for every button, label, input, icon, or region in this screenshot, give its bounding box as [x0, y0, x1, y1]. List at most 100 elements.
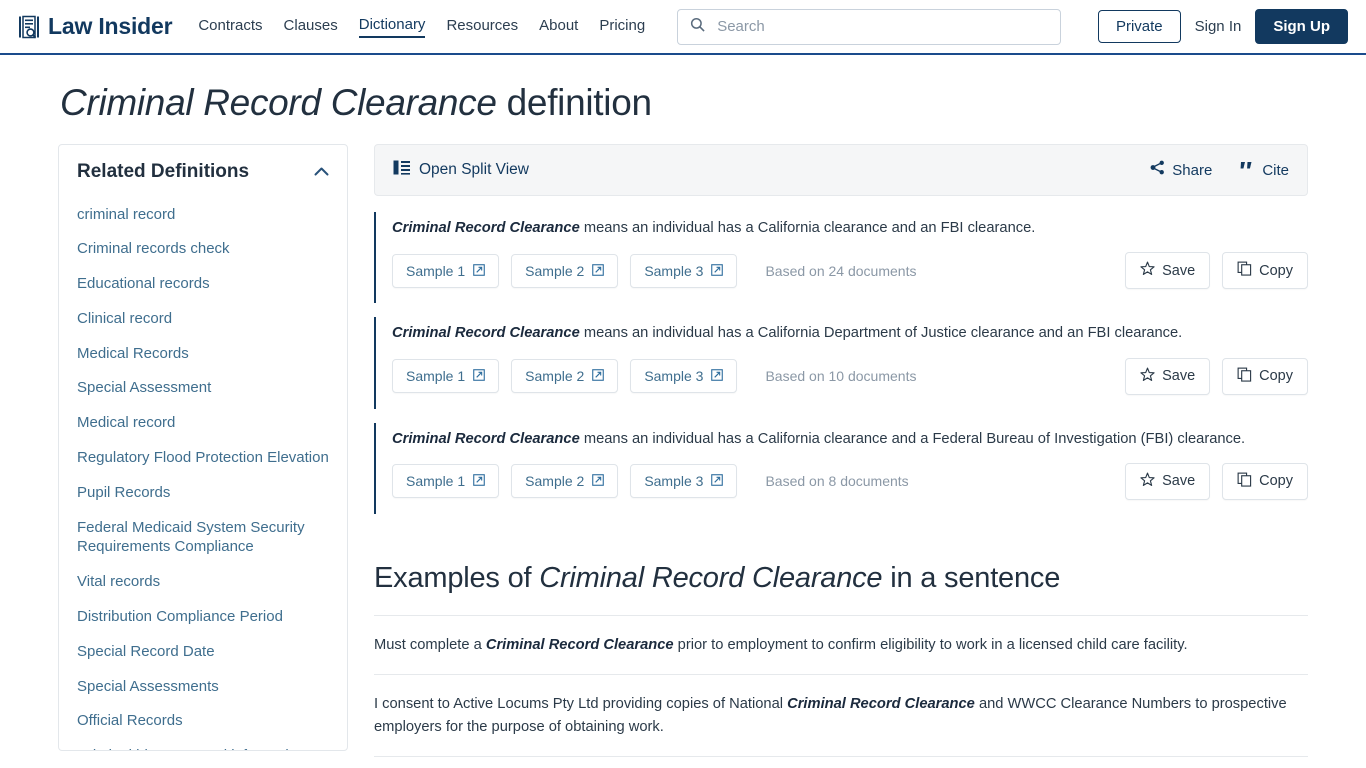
- definition-action-row: Sample 1 Sample 2 Sample 3 Based on 10 d…: [392, 357, 1308, 395]
- nav-item-resources[interactable]: Resources: [446, 17, 518, 37]
- example-sentence: Must complete a Criminal Record Clearanc…: [374, 616, 1308, 676]
- sidebar-item-special-record-date[interactable]: Special Record Date: [77, 634, 329, 669]
- sample-2-button[interactable]: Sample 2: [511, 464, 619, 499]
- sample-1-button[interactable]: Sample 1: [392, 464, 500, 499]
- sidebar-item-clinical-record[interactable]: Clinical record: [77, 301, 329, 336]
- definition-body: means an individual has a California Dep…: [579, 325, 1183, 342]
- external-link-icon: [711, 473, 724, 489]
- sample-1-label: Sample 1: [406, 368, 466, 385]
- nav-item-pricing[interactable]: Pricing: [599, 17, 645, 37]
- example-pre: Must complete a: [374, 636, 486, 653]
- sample-2-button[interactable]: Sample 2: [511, 253, 619, 288]
- copy-button[interactable]: Copy: [1222, 252, 1308, 290]
- sample-2-button[interactable]: Sample 2: [511, 359, 619, 394]
- sample-3-label: Sample 3: [644, 262, 704, 279]
- sidebar-item-criminal-record[interactable]: criminal record: [77, 197, 329, 232]
- examples-heading-prefix: Examples of: [374, 561, 540, 594]
- save-label: Save: [1162, 473, 1196, 490]
- main-column: Open Split View Share Cite Criminal Reco…: [374, 144, 1308, 757]
- logo[interactable]: Law Insider: [18, 13, 173, 40]
- definition-block: Criminal Record Clearance means an indiv…: [374, 422, 1308, 514]
- definition-body: means an individual has a California cle…: [579, 220, 1036, 236]
- sidebar-item-criminal-records-check[interactable]: Criminal records check: [77, 232, 329, 267]
- based-on-documents: Based on 24 documents: [765, 262, 917, 279]
- copy-icon: [1237, 261, 1252, 280]
- document-search-icon: [18, 15, 40, 39]
- sidebar-item-educational-records[interactable]: Educational records: [77, 267, 329, 302]
- nav-item-clauses[interactable]: Clauses: [284, 17, 338, 37]
- chevron-up-icon[interactable]: [314, 163, 329, 181]
- sidebar-item-federal-medicaid-system-security-requirements-compliance[interactable]: Federal Medicaid System Security Require…: [77, 510, 329, 565]
- related-definitions-title: Related Definitions: [77, 161, 250, 182]
- sample-3-button[interactable]: Sample 3: [630, 464, 738, 499]
- search-input[interactable]: [715, 17, 1049, 36]
- private-button[interactable]: Private: [1097, 10, 1181, 43]
- page-content: Related Definitions criminal record Crim…: [0, 144, 1366, 757]
- header-actions: Private Sign In Sign Up: [1097, 9, 1348, 44]
- example-post: prior to employment to confirm eligibili…: [673, 636, 1188, 653]
- save-label: Save: [1162, 262, 1196, 279]
- nav-item-about[interactable]: About: [539, 17, 578, 37]
- search-box[interactable]: [677, 8, 1062, 45]
- sample-3-button[interactable]: Sample 3: [630, 253, 738, 288]
- based-on-documents: Based on 8 documents: [765, 473, 909, 490]
- open-split-view-button[interactable]: Open Split View: [393, 160, 529, 180]
- sidebar-item-official-records[interactable]: Official Records: [77, 704, 329, 739]
- nav-item-dictionary[interactable]: Dictionary: [358, 16, 426, 38]
- sample-3-button[interactable]: Sample 3: [630, 359, 738, 394]
- definition-body: means an individual has a California cle…: [579, 430, 1246, 447]
- examples-heading-term: Criminal Record Clearance: [539, 561, 883, 594]
- sample-buttons: Sample 1 Sample 2 Sample 3 Based on 10 d…: [392, 359, 917, 394]
- star-icon: [1140, 367, 1155, 386]
- definition-block: Criminal Record Clearance means an indiv…: [374, 317, 1308, 409]
- sidebar-item-distribution-compliance-period[interactable]: Distribution Compliance Period: [77, 600, 329, 635]
- sample-2-label: Sample 2: [525, 368, 585, 385]
- sign-up-button[interactable]: Sign Up: [1255, 9, 1348, 44]
- sample-1-button[interactable]: Sample 1: [392, 253, 500, 288]
- sidebar-item-criminal-history-record-information[interactable]: Criminal history record information: [77, 739, 329, 750]
- quote-icon: [1240, 161, 1255, 179]
- sidebar-item-special-assessment[interactable]: Special Assessment: [77, 371, 329, 406]
- sign-in-link[interactable]: Sign In: [1195, 18, 1242, 35]
- sample-2-label: Sample 2: [525, 262, 585, 279]
- page-title-suffix: definition: [496, 82, 652, 123]
- based-on-documents: Based on 10 documents: [765, 368, 917, 385]
- save-button[interactable]: Save: [1125, 357, 1211, 395]
- sidebar-item-medical-record[interactable]: Medical record: [77, 406, 329, 441]
- copy-button[interactable]: Copy: [1222, 357, 1308, 395]
- copy-button[interactable]: Copy: [1222, 462, 1308, 500]
- cite-label: Cite: [1262, 161, 1289, 179]
- save-button[interactable]: Save: [1125, 462, 1211, 500]
- external-link-icon: [711, 263, 724, 279]
- definitions-list: Criminal Record Clearance means an indiv…: [374, 212, 1308, 514]
- sample-1-button[interactable]: Sample 1: [392, 359, 500, 394]
- copy-label: Copy: [1259, 368, 1293, 385]
- example-pre: I consent to Active Locums Pty Ltd provi…: [374, 696, 788, 713]
- save-label: Save: [1162, 368, 1196, 385]
- related-definitions-list: criminal record Criminal records check E…: [77, 197, 329, 751]
- definition-text: Criminal Record Clearance means an indiv…: [392, 218, 1308, 239]
- sidebar-item-vital-records[interactable]: Vital records: [77, 565, 329, 600]
- definition-action-row: Sample 1 Sample 2 Sample 3 Based on 8 do…: [392, 462, 1308, 500]
- external-link-icon: [592, 473, 605, 489]
- cite-button[interactable]: Cite: [1240, 161, 1289, 179]
- definition-text: Criminal Record Clearance means an indiv…: [392, 429, 1308, 450]
- sample-3-label: Sample 3: [644, 368, 704, 385]
- external-link-icon: [473, 263, 485, 279]
- external-link-icon: [592, 368, 605, 384]
- sidebar-item-pupil-records[interactable]: Pupil Records: [77, 475, 329, 510]
- nav-item-contracts[interactable]: Contracts: [198, 17, 262, 37]
- definition-actions: Save Copy: [1125, 252, 1308, 290]
- sidebar-item-special-assessments[interactable]: Special Assessments: [77, 669, 329, 704]
- sidebar-item-regulatory-flood-protection-elevation[interactable]: Regulatory Flood Protection Elevation: [77, 441, 329, 476]
- share-button[interactable]: Share: [1150, 160, 1212, 180]
- save-button[interactable]: Save: [1125, 252, 1211, 290]
- main-nav: Contracts Clauses Dictionary Resources A…: [198, 16, 645, 38]
- example-sentence: I consent to Active Locums Pty Ltd provi…: [374, 675, 1308, 757]
- sample-buttons: Sample 1 Sample 2 Sample 3 Based on 8 do…: [392, 464, 909, 499]
- related-definitions-header[interactable]: Related Definitions: [77, 161, 329, 183]
- external-link-icon: [711, 368, 724, 384]
- star-icon: [1140, 261, 1155, 280]
- examples-heading: Examples of Criminal Record Clearance in…: [374, 562, 1308, 595]
- sidebar-item-medical-records[interactable]: Medical Records: [77, 336, 329, 371]
